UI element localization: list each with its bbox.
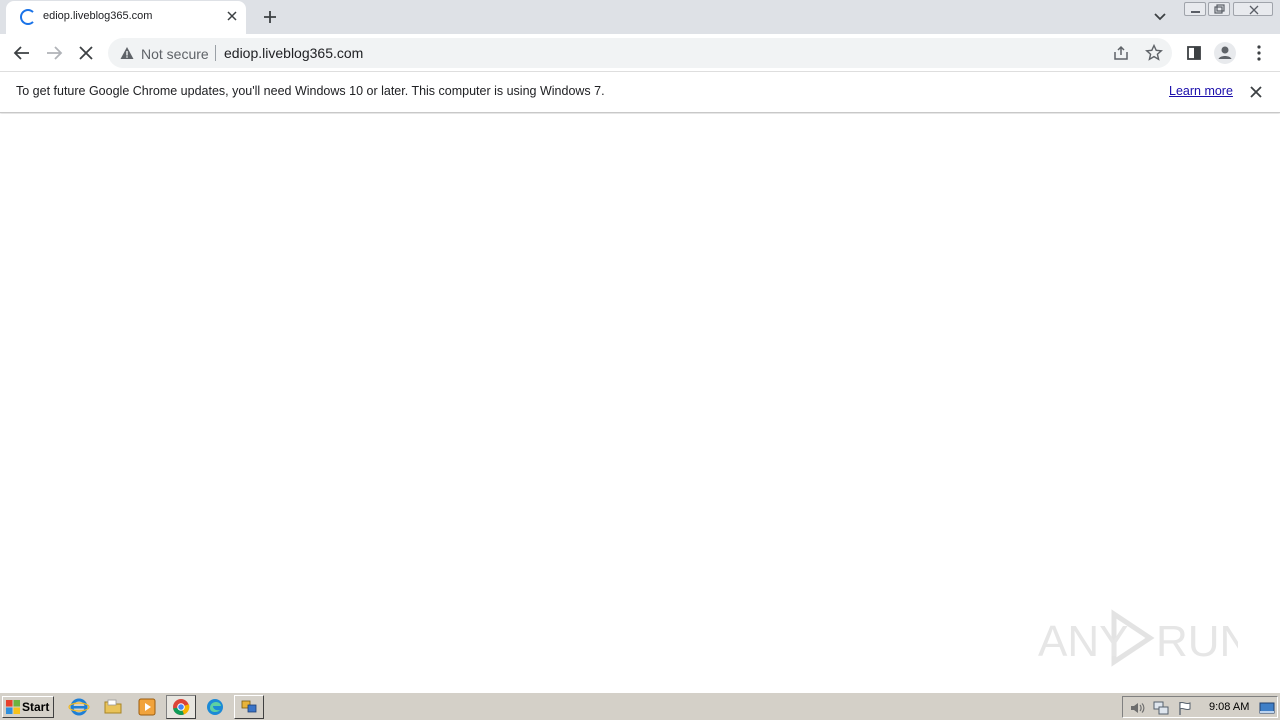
learn-more-link[interactable]: Learn more — [1169, 84, 1233, 98]
internet-explorer-icon — [68, 698, 90, 716]
close-icon — [227, 11, 237, 21]
close-icon — [1249, 5, 1259, 15]
infobar-message: To get future Google Chrome updates, you… — [16, 84, 605, 98]
new-tab-button[interactable] — [258, 5, 282, 29]
chrome-icon — [173, 699, 190, 716]
side-panel-icon — [1187, 46, 1201, 60]
system-tray: 9:08 AM — [1122, 696, 1278, 718]
url-text[interactable]: ediop.liveblog365.com — [224, 45, 363, 61]
update-infobar: To get future Google Chrome updates, you… — [0, 72, 1280, 113]
more-vertical-icon — [1257, 45, 1261, 61]
start-label: Start — [22, 700, 50, 714]
person-icon — [1214, 42, 1236, 64]
show-desktop-icon[interactable] — [1259, 700, 1275, 716]
chevron-down-icon — [1154, 13, 1166, 21]
plus-icon — [264, 11, 276, 23]
tab-title: ediop.liveblog365.com — [43, 10, 153, 22]
back-button[interactable] — [9, 40, 35, 66]
forward-button[interactable] — [41, 40, 67, 66]
anyrun-watermark: ANY RUN — [1038, 609, 1238, 667]
flag-icon[interactable] — [1177, 700, 1193, 716]
toolbar: Not secure ediop.liveblog365.com — [0, 34, 1280, 72]
volume-icon[interactable] — [1129, 700, 1145, 716]
close-icon — [1250, 86, 1262, 98]
menu-button[interactable] — [1246, 40, 1272, 66]
side-panel-button[interactable] — [1181, 40, 1207, 66]
window-restore-button[interactable] — [1208, 2, 1230, 16]
warning-icon[interactable] — [120, 46, 134, 60]
window-minimize-button[interactable] — [1184, 2, 1206, 16]
tab-search-button[interactable] — [1150, 7, 1170, 27]
windows-logo-icon — [6, 700, 20, 714]
window-close-button[interactable] — [1233, 2, 1273, 16]
taskbar-chrome[interactable] — [166, 695, 196, 719]
restore-icon — [1214, 4, 1225, 14]
stop-button[interactable] — [73, 40, 99, 66]
network-icon[interactable] — [1153, 700, 1169, 716]
profile-button[interactable] — [1212, 40, 1238, 66]
page-content: ANY RUN — [0, 114, 1280, 692]
minimize-icon — [1191, 11, 1200, 13]
security-label[interactable]: Not secure — [141, 46, 209, 62]
media-player-icon — [138, 698, 156, 716]
arrow-right-icon — [47, 46, 63, 60]
tab-active[interactable]: ediop.liveblog365.com — [6, 1, 246, 34]
watermark-text-right: RUN — [1156, 617, 1238, 666]
taskbar-clock[interactable]: 9:08 AM — [1209, 701, 1249, 713]
taskbar-internet-explorer[interactable] — [68, 697, 90, 717]
spinner-icon — [20, 9, 36, 25]
app-window-icon — [241, 700, 257, 713]
start-button[interactable]: Start — [2, 696, 54, 718]
edge-icon — [207, 699, 223, 715]
tab-close-button[interactable] — [224, 8, 240, 24]
address-bar[interactable]: Not secure ediop.liveblog365.com — [108, 38, 1172, 68]
taskbar-file-explorer[interactable] — [102, 697, 124, 717]
taskbar-edge[interactable] — [204, 697, 226, 717]
arrow-left-icon — [13, 46, 29, 60]
share-icon[interactable] — [1112, 44, 1130, 62]
taskbar: Start 9:08 AM — [0, 692, 1280, 720]
close-icon — [79, 46, 93, 60]
tab-strip: ediop.liveblog365.com — [0, 0, 1280, 34]
taskbar-media-player[interactable] — [136, 697, 158, 717]
infobar-close-button[interactable] — [1247, 83, 1265, 101]
folder-icon — [104, 699, 122, 714]
star-icon[interactable] — [1144, 43, 1164, 63]
omnibox-divider — [215, 45, 216, 61]
watermark-text-left: ANY — [1038, 617, 1128, 666]
taskbar-app-window[interactable] — [234, 695, 264, 719]
